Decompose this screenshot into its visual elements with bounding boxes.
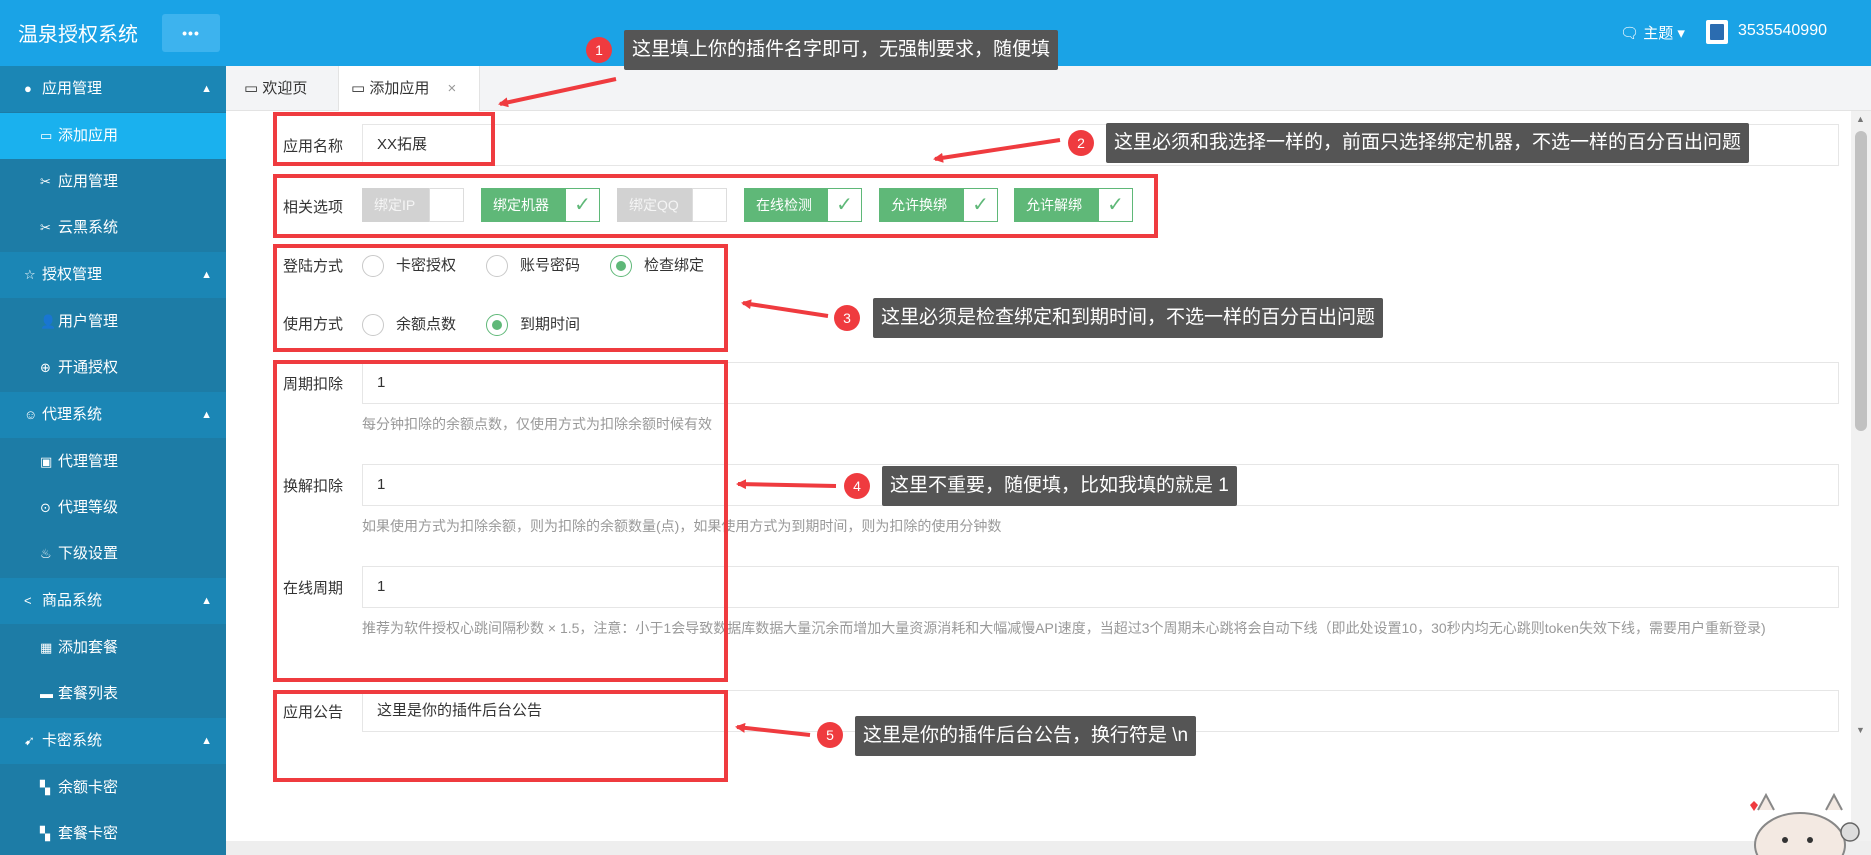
annotation-note-1: 这里填上你的插件名字即可，无强制要求，随便填 [624, 30, 1059, 70]
sidebar-item-open-license[interactable]: ⊕ 开通授权 [0, 345, 226, 391]
highlight-box-options [273, 174, 1158, 238]
user-id[interactable]: 3535540990 [1738, 22, 1827, 40]
annotation-note-2: 这里必须和我选择一样的，前面只选择绑定机器，不选一样的百分百出问题 [1106, 123, 1750, 163]
window-icon: ▭ [244, 80, 259, 97]
sidebar-item-package-list[interactable]: ▬ 套餐列表 [0, 671, 226, 717]
highlight-box-app-name [273, 112, 495, 166]
share-icon: < [24, 593, 32, 608]
apps-icon: ▚ [40, 826, 50, 841]
close-icon[interactable]: × [448, 80, 457, 97]
window-icon: ▭ [40, 128, 53, 143]
send-icon: ➹ [24, 733, 35, 748]
sidebar-item-add-package[interactable]: ▦ 添加套餐 [0, 625, 226, 671]
sidebar-item-user-management[interactable]: 👤 用户管理 [0, 299, 226, 345]
tab-bar: ▭ 欢迎页 ▭ 添加应用 × [226, 66, 1871, 111]
caret-up-icon: ▲ [201, 409, 212, 421]
highlight-box-methods [273, 244, 728, 352]
window-icon: ▭ [351, 80, 366, 97]
caret-up-icon: ▲ [201, 83, 212, 95]
avatar[interactable] [1706, 20, 1728, 44]
annotation-number-2: 2 [1068, 130, 1094, 156]
sidebar-item-cloud-blacklist[interactable]: ✂ 云黑系统 [0, 205, 226, 251]
sidebar-item-agent-management[interactable]: ▣ 代理管理 [0, 439, 226, 485]
scroll-up-icon[interactable]: ▲ [1856, 114, 1865, 124]
annotation-note-3: 这里必须是检查绑定和到期时间，不选一样的百分百出问题 [873, 298, 1384, 338]
tools-icon: ✂ [40, 174, 51, 189]
scrollbar-thumb[interactable] [1855, 131, 1867, 431]
highlight-box-notice [273, 690, 728, 782]
annotation-number-4: 4 [844, 473, 870, 499]
user-icon: 👤 [40, 314, 57, 329]
sidebar-item-app-management[interactable]: ✂ 应用管理 [0, 159, 226, 205]
level-icon: ⊙ [40, 500, 51, 515]
highlight-box-deductions [273, 360, 728, 682]
circle-icon: ● [24, 81, 32, 96]
list-icon: ▬ [40, 686, 53, 701]
sidebar-group-product-system[interactable]: < 商品系统 ▲ [0, 578, 226, 624]
sidebar-item-package-card[interactable]: ▚ 套餐卡密 [0, 811, 226, 855]
sidebar-item-add-app[interactable]: ▭ 添加应用 [0, 113, 226, 159]
drops-icon: ♨ [40, 546, 52, 561]
sidebar-group-card-system[interactable]: ➹ 卡密系统 ▲ [0, 718, 226, 764]
content-scrollbar[interactable]: ▲ ▼ [1851, 111, 1871, 841]
sidebar-item-sub-settings[interactable]: ♨ 下级设置 [0, 531, 226, 577]
annotation-note-4: 这里不重要，随便填，比如我填的就是 1 [882, 466, 1237, 506]
caret-up-icon: ▲ [201, 595, 212, 607]
cat-mascot-icon [1750, 792, 1860, 855]
sidebar-item-agent-level[interactable]: ⊙ 代理等级 [0, 485, 226, 531]
sidebar-group-license-management[interactable]: ☆ 授权管理 ▲ [0, 252, 226, 298]
bottom-bar [226, 841, 1871, 855]
annotation-number-3: 3 [834, 305, 860, 331]
tab-add-app[interactable]: ▭ 添加应用 × [338, 66, 480, 111]
brand-title: 温泉授权系统 [18, 24, 138, 46]
star-icon: ☆ [24, 267, 36, 282]
tab-welcome[interactable]: ▭ 欢迎页 [244, 66, 344, 111]
menu-toggle-button[interactable]: ••• [162, 14, 220, 52]
tools-icon: ✂ [40, 220, 51, 235]
person-icon: ☺ [24, 407, 38, 422]
apps-icon: ▚ [40, 780, 50, 795]
caret-up-icon: ▲ [201, 269, 212, 281]
plus-circle-icon: ⊕ [40, 360, 51, 375]
sidebar: ● 应用管理 ▲ ▭ 添加应用 ✂ 应用管理 ✂ 云黑系统 ☆ 授权管理 ▲ 👤 用户管理 ⊕ 开… [0, 66, 226, 855]
theme-menu[interactable]: 🗨 主题 ▾ [1620, 22, 1685, 43]
annotation-note-5: 这里是你的插件后台公告，换行符是 \n [855, 716, 1197, 756]
sidebar-item-balance-card[interactable]: ▚ 余额卡密 [0, 765, 226, 811]
grid-icon: ▦ [40, 640, 53, 655]
annotation-number-1: 1 [586, 37, 612, 63]
scroll-down-icon[interactable]: ▼ [1856, 725, 1865, 735]
sidebar-group-app-management[interactable]: ● 应用管理 ▲ [0, 66, 226, 112]
annotation-number-5: 5 [817, 722, 843, 748]
id-card-icon: ▣ [40, 454, 53, 469]
sidebar-group-agent-system[interactable]: ☺ 代理系统 ▲ [0, 392, 226, 438]
caret-up-icon: ▲ [201, 735, 212, 747]
